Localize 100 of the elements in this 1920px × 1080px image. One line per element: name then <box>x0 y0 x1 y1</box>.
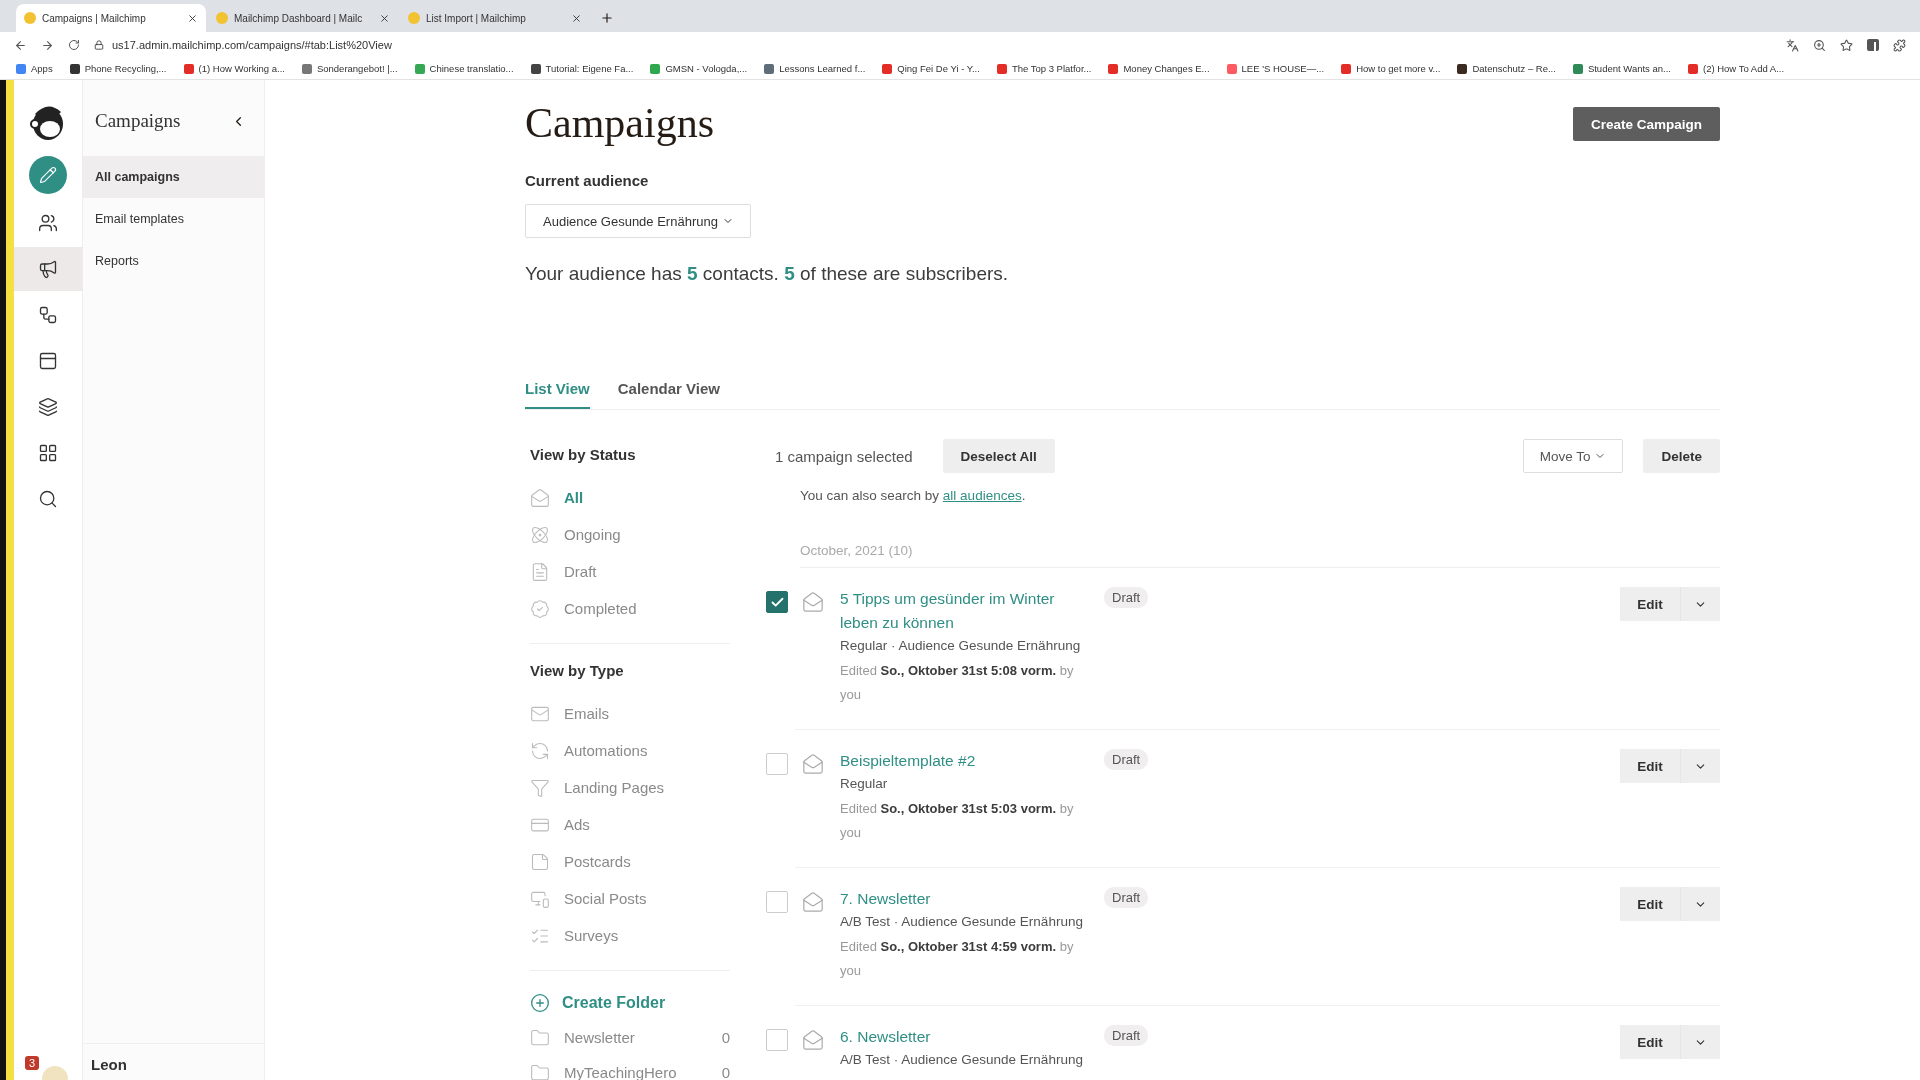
nav-item[interactable]: All campaigns <box>83 156 264 198</box>
type-filter[interactable]: Ads <box>564 816 590 833</box>
bookmark[interactable]: LEE 'S HOUSE—... <box>1226 63 1325 74</box>
campaign-title[interactable]: Beispieltemplate #2 <box>840 749 976 773</box>
close-icon[interactable] <box>571 12 582 24</box>
type-filter[interactable]: Landing Pages <box>564 779 665 796</box>
view-tab[interactable]: List View <box>525 369 590 409</box>
translate-icon[interactable] <box>1786 38 1799 52</box>
status-badge: Draft <box>1104 887 1149 908</box>
puzzle-icon[interactable] <box>1893 38 1906 52</box>
folder-count: 0 <box>721 1064 730 1080</box>
user-name[interactable]: Leon <box>91 1056 127 1073</box>
status-filter[interactable]: Completed <box>564 600 637 617</box>
forward-icon[interactable] <box>41 38 54 52</box>
bookmark[interactable]: Chinese translatio... <box>414 63 514 74</box>
folder-icon <box>530 1027 550 1048</box>
deselect-all-button[interactable]: Deselect All <box>942 439 1055 473</box>
search-icon <box>38 489 58 509</box>
status-badge: Draft <box>1104 587 1149 608</box>
refresh-icon <box>530 740 550 761</box>
type-filter[interactable]: Emails <box>564 705 609 722</box>
move-to-button[interactable]: Move To <box>1522 439 1624 473</box>
create-button[interactable] <box>29 156 67 194</box>
campaign-meta: Regular · Audience Gesunde Ernährung <box>840 637 1082 655</box>
type-filter[interactable]: Postcards <box>564 853 631 870</box>
edited-note: Edited So., Oktober 31st 4:59 vorm. by you <box>840 938 1075 980</box>
bookmark[interactable]: Money Changes E... <box>1108 63 1210 74</box>
contacts-icon <box>38 213 58 233</box>
status-badge: Draft <box>1104 749 1149 770</box>
selection-count: 1 campaign selected <box>775 447 913 465</box>
funnel-icon <box>530 777 550 798</box>
bookmark[interactable]: How to get more v... <box>1341 63 1441 74</box>
megaphone-icon <box>38 259 58 279</box>
browser-tab[interactable]: Campaigns | Mailchimp <box>16 4 206 32</box>
folder-name[interactable]: Newsletter <box>564 1029 708 1046</box>
notification-badge: 3 <box>25 1056 40 1070</box>
bookmark[interactable]: Student Wants an... <box>1572 63 1671 74</box>
lock-icon <box>94 40 104 50</box>
create-folder-link[interactable]: Create Folder <box>562 993 666 1012</box>
campaign-title[interactable]: 6. Newsletter <box>840 1025 931 1049</box>
back-icon[interactable] <box>14 38 27 52</box>
filter-heading: View by Type <box>530 661 625 681</box>
search-hint: You can also search by all audiences. <box>800 488 1027 503</box>
star-icon[interactable] <box>1840 38 1853 52</box>
close-icon[interactable] <box>379 12 390 24</box>
bookmark[interactable]: GMSN - Vologda,... <box>650 63 748 74</box>
status-filter[interactable]: Draft <box>564 563 597 580</box>
document-icon <box>530 561 550 582</box>
envelope-icon <box>802 1029 824 1051</box>
status-filter[interactable]: All <box>564 489 584 506</box>
edited-note: Edited So., Oktober 31st 5:03 vorm. by you <box>840 800 1075 842</box>
view-tab[interactable]: Calendar View <box>617 369 721 409</box>
type-filter[interactable]: Surveys <box>564 927 619 944</box>
reload-icon[interactable] <box>68 39 80 51</box>
bookmark[interactable]: Sonderangebot! |... <box>301 63 398 74</box>
bookmark[interactable]: (1) How Working a... <box>183 63 285 74</box>
status-filter[interactable]: Ongoing <box>564 526 621 543</box>
bookmark[interactable]: Apps <box>16 63 53 74</box>
url-field[interactable]: us17.admin.mailchimp.com/campaigns/#tab:List%20View <box>112 39 392 51</box>
close-icon[interactable] <box>187 12 198 24</box>
bookmark[interactable]: Tutorial: Eigene Fa... <box>530 63 634 74</box>
browser-tab[interactable]: List Import | Mailchimp <box>400 4 590 32</box>
favicon-icon <box>216 12 228 24</box>
layers-icon <box>38 397 58 417</box>
grid-icon <box>38 443 58 463</box>
favicon-icon <box>24 12 36 24</box>
delete-button[interactable]: Delete <box>1643 439 1720 473</box>
audience-label: Current audience <box>525 171 650 191</box>
edit-button[interactable]: Edit <box>1620 749 1680 783</box>
page-title: Campaigns <box>525 99 714 148</box>
envelope-icon <box>802 753 824 775</box>
create-campaign-button[interactable]: Create Campaign <box>1572 107 1720 141</box>
bookmark[interactable]: Phone Recycling,... <box>69 63 167 74</box>
campaign-title[interactable]: 7. Newsletter <box>840 887 931 911</box>
edit-button[interactable]: Edit <box>1620 887 1680 921</box>
type-filter[interactable]: Social Posts <box>564 890 647 907</box>
group-label: October, 2021 (10) <box>800 543 1720 568</box>
nav-item[interactable]: Reports <box>83 240 264 282</box>
status-badge: Draft <box>1104 1025 1149 1046</box>
browser-tab[interactable]: Mailchimp Dashboard | Mailc <box>208 4 398 32</box>
edit-button[interactable]: Edit <box>1620 587 1680 621</box>
edit-button[interactable]: Edit <box>1620 1025 1680 1059</box>
bookmark[interactable]: Datenschutz – Re... <box>1457 63 1556 74</box>
square-logo-icon[interactable] <box>1867 39 1879 51</box>
row-checkbox[interactable] <box>766 591 788 613</box>
filter-heading: View by Status <box>530 445 637 465</box>
atom-icon <box>530 524 550 545</box>
edited-note: Edited So., Oktober 31st 5:08 vorm. by you <box>840 662 1075 704</box>
bookmark[interactable]: (2) How To Add A... <box>1687 63 1785 74</box>
new-tab-icon[interactable] <box>600 11 614 25</box>
bookmark[interactable]: The Top 3 Platfor... <box>996 63 1092 74</box>
bookmark[interactable]: Qing Fei De Yi - Y... <box>882 63 980 74</box>
all-audiences-link[interactable]: all audiences <box>942 488 1022 503</box>
bookmark[interactable]: Lessons Learned f... <box>764 63 866 74</box>
campaign-title[interactable]: 5 Tipps um gesünder im Winter leben zu können <box>840 587 1090 635</box>
zoom-icon[interactable] <box>1813 38 1826 52</box>
audience-dropdown[interactable]: Audience Gesunde Ernährung <box>525 204 751 238</box>
nav-item[interactable]: Email templates <box>83 198 264 240</box>
type-filter[interactable]: Automations <box>564 742 648 759</box>
check-badge-icon <box>530 598 550 619</box>
